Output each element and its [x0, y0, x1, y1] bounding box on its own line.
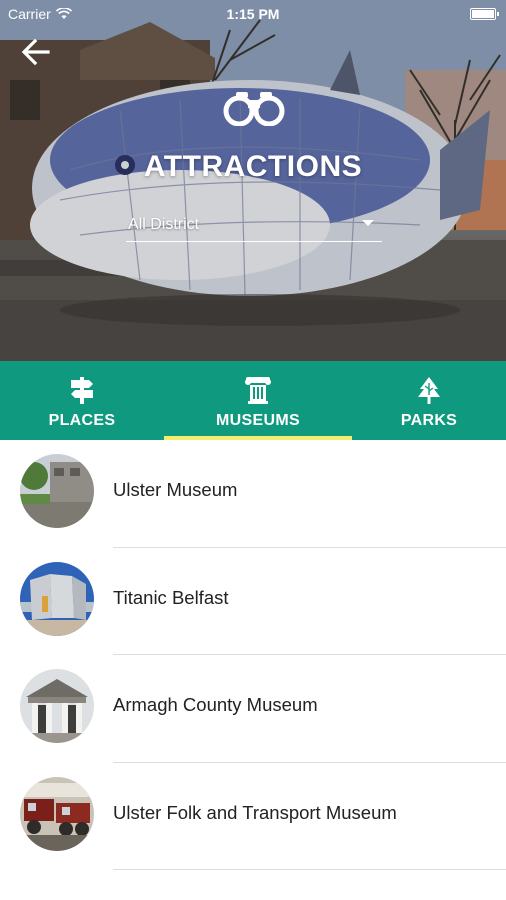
tab-places-label: PLACES	[48, 412, 116, 429]
page-title: ATTRACTIONS	[143, 150, 363, 183]
tab-places[interactable]: PLACES	[0, 361, 164, 440]
list-divider	[113, 869, 506, 870]
hero-header: Carrier 1:15 PM ATTRACTIONS All District	[0, 0, 506, 361]
binoculars-icon	[223, 92, 285, 126]
museum-name: Ulster Folk and Transport Museum	[113, 801, 397, 823]
tab-museums-label: MUSEUMS	[216, 412, 300, 429]
list-item-ulster-folk-transport-museum[interactable]: Ulster Folk and Transport Museum	[0, 763, 506, 870]
museum-name: Armagh County Museum	[113, 694, 318, 715]
titanic-belfast-thumbnail	[20, 561, 94, 636]
category-tab-bar: PLACES MUSEUMS PARKS	[0, 361, 506, 440]
museum-list: Ulster Museum Titanic Belfast Armagh Cou…	[0, 440, 506, 870]
battery-icon	[470, 8, 499, 20]
caret-down-icon	[362, 220, 374, 226]
museum-name: Ulster Museum	[113, 479, 238, 500]
ulster-folk-transport-museum-thumbnail	[20, 776, 94, 851]
tab-museums[interactable]: MUSEUMS	[164, 361, 352, 440]
ulster-museum-thumbnail	[20, 454, 94, 528]
district-selected-value: All District	[128, 216, 200, 233]
tab-parks[interactable]: PARKS	[352, 361, 506, 440]
back-button[interactable]	[20, 38, 52, 66]
list-item-titanic-belfast[interactable]: Titanic Belfast	[0, 548, 506, 655]
trees-icon	[418, 377, 440, 404]
armagh-county-museum-thumbnail	[20, 669, 94, 743]
list-item-armagh-county-museum[interactable]: Armagh County Museum	[0, 655, 506, 763]
arrow-left-icon	[21, 38, 50, 66]
signpost-icon	[71, 377, 93, 404]
list-item-ulster-museum[interactable]: Ulster Museum	[0, 440, 506, 548]
district-dropdown[interactable]: All District	[126, 208, 382, 242]
tab-parks-label: PARKS	[400, 412, 458, 429]
attractions-screen: Carrier 1:15 PM ATTRACTIONS All District…	[0, 0, 506, 900]
museum-name: Titanic Belfast	[113, 586, 229, 608]
status-bar: Carrier 1:15 PM	[0, 0, 506, 28]
status-time: 1:15 PM	[226, 6, 280, 22]
column-icon	[245, 377, 271, 404]
